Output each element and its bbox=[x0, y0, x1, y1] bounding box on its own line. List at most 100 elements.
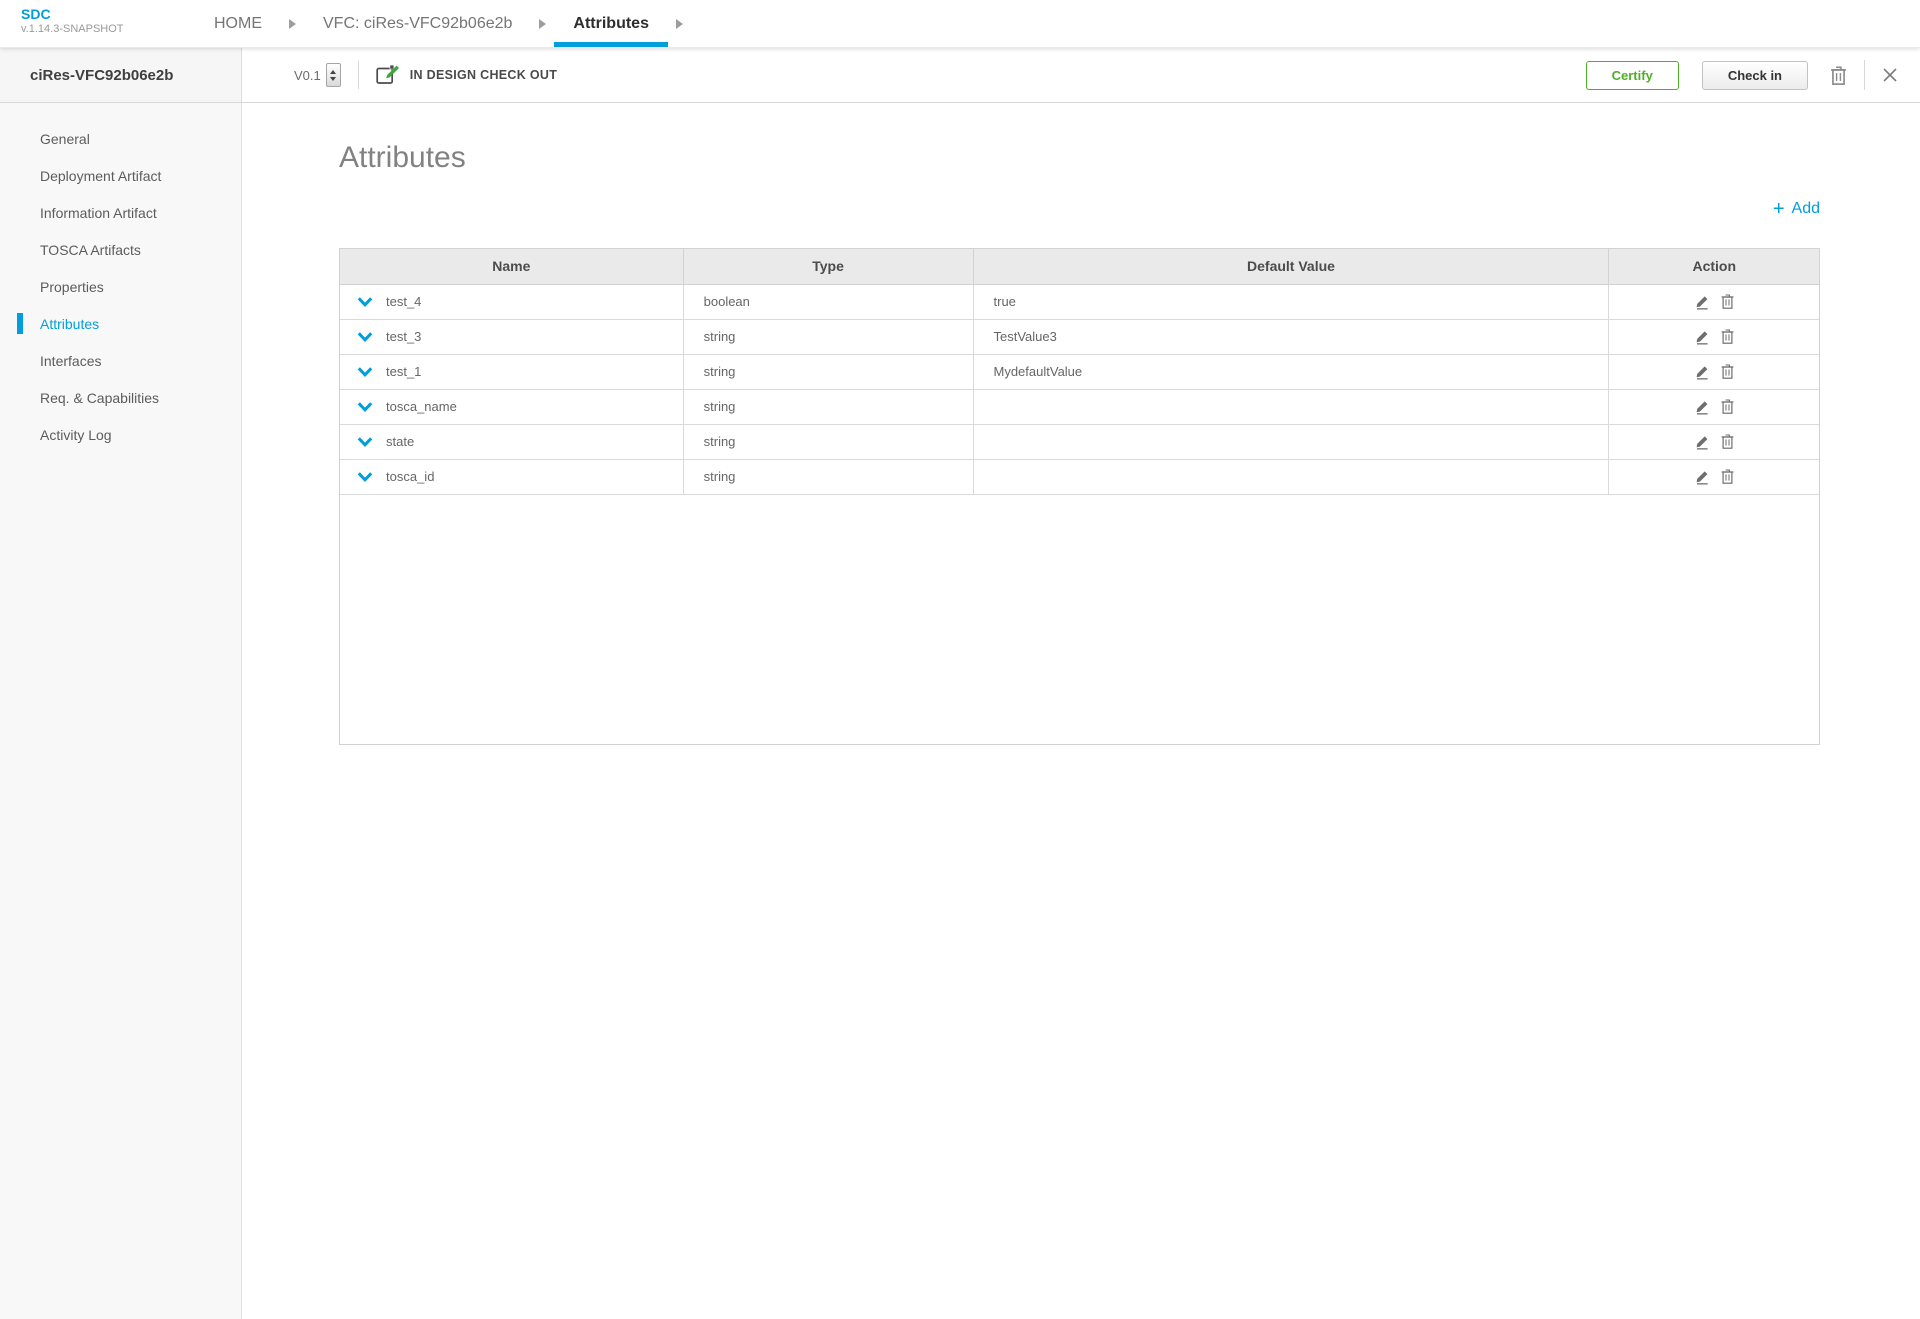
sidebar-menu: General Deployment Artifact Information Ar… bbox=[0, 103, 242, 1319]
attribute-default-value-cell bbox=[973, 424, 1609, 459]
attribute-action-cell bbox=[1609, 459, 1819, 494]
edit-attribute-button[interactable] bbox=[1694, 433, 1711, 451]
attribute-name-cell: tosca_id bbox=[340, 459, 683, 494]
attribute-name-cell: test_1 bbox=[340, 354, 683, 389]
lifecycle-status-label: IN DESIGN CHECK OUT bbox=[410, 68, 557, 82]
edit-attribute-button[interactable] bbox=[1694, 468, 1711, 486]
table-row: test_1 stringMydefaultValue bbox=[340, 354, 1819, 389]
sidebar-item-attributes[interactable]: Attributes bbox=[0, 305, 241, 342]
sdc-logo[interactable]: SDC v.1.14.3-SNAPSHOT bbox=[0, 0, 188, 47]
entity-name: ciRes-VFC92b06e2b bbox=[0, 48, 242, 102]
edit-attribute-button[interactable] bbox=[1694, 398, 1711, 416]
close-icon[interactable] bbox=[1882, 67, 1898, 83]
stepper-down-icon[interactable] bbox=[330, 77, 336, 81]
sidebar-item-label: Activity Log bbox=[40, 427, 112, 443]
sidebar-item-label: Interfaces bbox=[40, 353, 101, 369]
table-row: test_4 booleantrue bbox=[340, 284, 1819, 319]
attribute-default-value-cell: MydefaultValue bbox=[973, 354, 1609, 389]
chevron-down-icon[interactable] bbox=[357, 402, 373, 412]
sidebar-item-tosca-artifacts[interactable]: TOSCA Artifacts bbox=[0, 231, 241, 268]
attribute-type-cell: boolean bbox=[683, 284, 973, 319]
attribute-name-cell: tosca_name bbox=[340, 389, 683, 424]
version-stepper[interactable] bbox=[326, 63, 341, 87]
attribute-name: test_4 bbox=[386, 294, 421, 309]
attribute-name-cell: test_3 bbox=[340, 319, 683, 354]
breadcrumb-tab-home[interactable]: HOME bbox=[188, 0, 288, 47]
delete-attribute-button[interactable] bbox=[1720, 293, 1735, 310]
add-label: Add bbox=[1792, 200, 1820, 218]
sidebar-item-label: General bbox=[40, 131, 90, 147]
sidebar-item-label: Deployment Artifact bbox=[40, 168, 161, 184]
chevron-down-icon[interactable] bbox=[357, 367, 373, 377]
column-header-name: Name bbox=[340, 249, 683, 284]
attribute-name: test_3 bbox=[386, 329, 421, 344]
page-body: General Deployment Artifact Information Ar… bbox=[0, 103, 1920, 1319]
attribute-default-value-cell: true bbox=[973, 284, 1609, 319]
attribute-name: state bbox=[386, 434, 414, 449]
add-attribute-button[interactable]: + Add bbox=[1773, 199, 1820, 219]
attribute-name-cell: state bbox=[340, 424, 683, 459]
sidebar-item-interfaces[interactable]: Interfaces bbox=[0, 342, 241, 379]
divider bbox=[358, 61, 359, 89]
stepper-up-icon[interactable] bbox=[330, 70, 336, 74]
delete-entity-button[interactable] bbox=[1830, 66, 1847, 85]
attribute-type-cell: string bbox=[683, 389, 973, 424]
sidebar-item-label: Req. & Capabilities bbox=[40, 390, 159, 406]
sidebar-item-deployment-artifact[interactable]: Deployment Artifact bbox=[0, 157, 241, 194]
breadcrumb-tab-vfc-cires-vfc92b06e2b[interactable]: VFC: ciRes-VFC92b06e2b bbox=[297, 0, 538, 47]
table-toolbar: + Add bbox=[339, 196, 1820, 222]
delete-attribute-button[interactable] bbox=[1720, 433, 1735, 450]
delete-attribute-button[interactable] bbox=[1720, 363, 1735, 380]
sidebar-item-label: Attributes bbox=[40, 316, 99, 332]
chevron-down-icon[interactable] bbox=[357, 437, 373, 447]
version-status-area: V0.1 IN DESIGN CHECK OUT bbox=[242, 48, 557, 102]
sidebar-item-properties[interactable]: Properties bbox=[0, 268, 241, 305]
delete-attribute-button[interactable] bbox=[1720, 398, 1735, 415]
breadcrumb-tab-attributes[interactable]: Attributes bbox=[547, 0, 675, 47]
attribute-action-cell bbox=[1609, 354, 1819, 389]
design-pencil-icon bbox=[376, 64, 400, 86]
lifecycle-status: IN DESIGN CHECK OUT bbox=[376, 64, 557, 86]
caret-right-icon bbox=[539, 19, 546, 29]
app-version: v.1.14.3-SNAPSHOT bbox=[21, 22, 188, 36]
sidebar-item-activity-log[interactable]: Activity Log bbox=[0, 416, 241, 453]
chevron-down-icon[interactable] bbox=[357, 472, 373, 482]
table-row: tosca_namestring bbox=[340, 389, 1819, 424]
edit-attribute-button[interactable] bbox=[1694, 328, 1711, 346]
sidebar-item-general[interactable]: General bbox=[0, 120, 241, 157]
sidebar-item-label: Information Artifact bbox=[40, 205, 157, 221]
delete-attribute-button[interactable] bbox=[1720, 328, 1735, 345]
chevron-down-icon[interactable] bbox=[357, 297, 373, 307]
page-title: Attributes bbox=[339, 140, 1820, 176]
attributes-table-body: test_4booleantruetest_3stringTestValue3t… bbox=[340, 284, 1819, 494]
toolbar-actions: Certify Check in bbox=[1586, 48, 1920, 102]
attribute-name-cell: test_4 bbox=[340, 284, 683, 319]
column-header-action: Action bbox=[1609, 249, 1819, 284]
attribute-action-cell bbox=[1609, 424, 1819, 459]
edit-attribute-button[interactable] bbox=[1694, 293, 1711, 311]
attribute-name: tosca_id bbox=[386, 469, 434, 484]
attribute-default-value-cell bbox=[973, 389, 1609, 424]
certify-button[interactable]: Certify bbox=[1586, 61, 1679, 90]
edit-attribute-button[interactable] bbox=[1694, 363, 1711, 381]
delete-attribute-button[interactable] bbox=[1720, 468, 1735, 485]
app-name: SDC bbox=[21, 7, 188, 22]
attribute-type-cell: string bbox=[683, 319, 973, 354]
attribute-type-cell: string bbox=[683, 354, 973, 389]
sidebar-item-information-artifact[interactable]: Information Artifact bbox=[0, 194, 241, 231]
attribute-default-value-cell bbox=[973, 459, 1609, 494]
attribute-action-cell bbox=[1609, 389, 1819, 424]
top-nav-bar: SDC v.1.14.3-SNAPSHOT HOMEVFC: ciRes-VFC… bbox=[0, 0, 1920, 48]
attributes-table: Name Type Default Value Action test_4 boo… bbox=[339, 248, 1820, 745]
attribute-name: test_1 bbox=[386, 364, 421, 379]
column-header-default-value: Default Value bbox=[973, 249, 1609, 284]
entity-toolbar: ciRes-VFC92b06e2b V0.1 IN DESIGN CHECK O… bbox=[0, 48, 1920, 103]
table-header-row: Name Type Default Value Action bbox=[340, 249, 1819, 284]
table-row: tosca_idstring bbox=[340, 459, 1819, 494]
check-in-button[interactable]: Check in bbox=[1702, 61, 1808, 90]
caret-right-icon bbox=[289, 19, 296, 29]
sidebar-item-req-capabilities[interactable]: Req. & Capabilities bbox=[0, 379, 241, 416]
attribute-default-value-cell: TestValue3 bbox=[973, 319, 1609, 354]
table-row: statestring bbox=[340, 424, 1819, 459]
chevron-down-icon[interactable] bbox=[357, 332, 373, 342]
